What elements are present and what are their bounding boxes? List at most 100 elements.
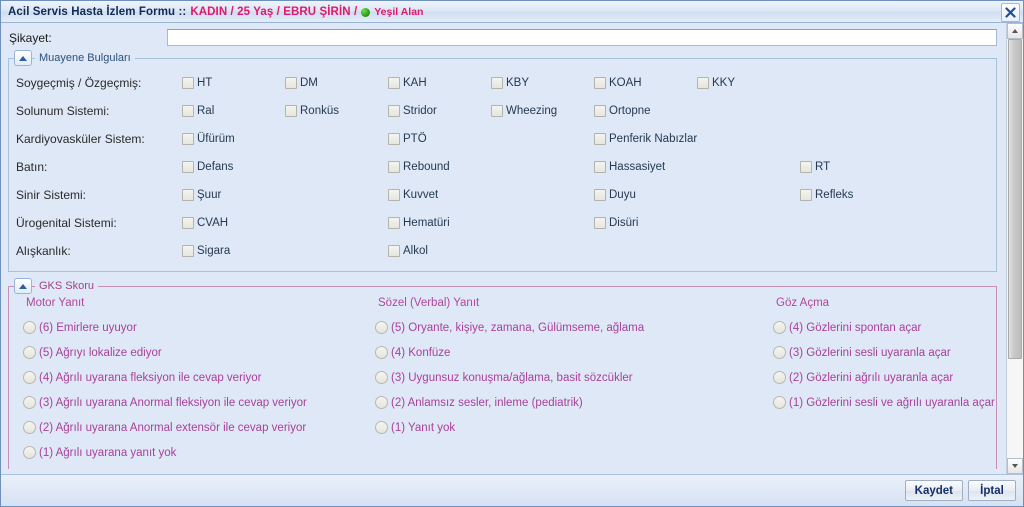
radio-button-icon: [375, 371, 388, 384]
collapse-toggle-icon[interactable]: [14, 50, 32, 66]
checkbox-icon: [182, 217, 194, 229]
checkbox-label: Şuur: [197, 189, 222, 201]
radio-option[interactable]: (4) Konfüze: [375, 340, 773, 365]
collapse-toggle-icon[interactable]: [14, 278, 32, 294]
checkbox-label: Defans: [197, 161, 234, 173]
checkbox-pt-[interactable]: PTÖ: [388, 133, 427, 145]
checkbox-icon: [491, 105, 503, 117]
checkbox-dis-ri[interactable]: Disüri: [594, 217, 638, 229]
gks-column: Sözel (Verbal) Yanıt (5) Oryante, kişiye,…: [375, 297, 773, 465]
title-bar: Acil Servis Hasta İzlem Formu :: KADIN /…: [1, 1, 1023, 23]
radio-option[interactable]: (2) Ağrılı uyarana Anormal extensör ile …: [23, 415, 375, 440]
checkbox-koah[interactable]: KOAH: [594, 77, 642, 89]
checkbox-alkol[interactable]: Alkol: [388, 245, 428, 257]
exam-row: Solunum Sistemi: Ral Ronküs Stridor Wheezing…: [9, 97, 996, 125]
gks-score-group: GKS Skoru Motor Yanıt (6) Emirlere uyuyor…: [8, 278, 997, 472]
checkbox-label: Üfürüm: [197, 133, 235, 145]
radio-option[interactable]: (2) Anlamsız sesler, inleme (pediatrik): [375, 390, 773, 415]
radio-option-label: (2) Ağrılı uyarana Anormal extensör ile …: [39, 421, 307, 434]
checkbox-hemat-ri[interactable]: Hematüri: [388, 217, 450, 229]
radio-option[interactable]: (4) Gözlerini spontan açar: [773, 315, 995, 340]
gks-group-title: GKS Skoru: [35, 280, 99, 292]
scrollbar-track[interactable]: [1007, 39, 1023, 458]
radio-option[interactable]: (3) Ağrılı uyarana Anormal fleksiyon ile…: [23, 390, 375, 415]
save-button[interactable]: Kaydet: [904, 480, 963, 501]
checkbox-icon: [182, 133, 194, 145]
checkbox-label: PTÖ: [403, 133, 427, 145]
checkbox-ht[interactable]: HT: [182, 77, 212, 89]
radio-option[interactable]: (6) Emirlere uyuyor: [23, 315, 375, 340]
exam-group-title: Muayene Bulguları: [35, 52, 135, 64]
radio-option[interactable]: (1) Gözlerini sesli ve ağrılı uyaranla a…: [773, 390, 995, 415]
checkbox-ral[interactable]: Ral: [182, 105, 214, 117]
scroll-down-button[interactable]: [1007, 458, 1023, 474]
radio-option[interactable]: (5) Oryante, kişiye, zamana, Gülümseme, …: [375, 315, 773, 340]
exam-checkbox-group: HT DM KAH KBY KOAH KKY: [182, 69, 996, 97]
checkbox-icon: [388, 133, 400, 145]
exam-row: Batın: Defans Rebound Hassasiyet RT: [9, 153, 996, 181]
radio-option[interactable]: (3) Gözlerini sesli uyaranla açar: [773, 340, 995, 365]
checkbox-icon: [182, 189, 194, 201]
gks-column-title: Göz Açma: [776, 297, 830, 309]
chevron-up-icon: [19, 55, 27, 61]
checkbox-kuvvet[interactable]: Kuvvet: [388, 189, 438, 201]
checkbox-label: Stridor: [403, 105, 437, 117]
checkbox-icon: [285, 77, 297, 89]
checkbox-icon: [594, 77, 606, 89]
checkbox-rt[interactable]: RT: [800, 161, 830, 173]
checkbox-rebound[interactable]: Rebound: [388, 161, 450, 173]
checkbox-duyu[interactable]: Duyu: [594, 189, 636, 201]
checkbox-hassasiyet[interactable]: Hassasiyet: [594, 161, 665, 173]
exam-checkbox-group: Defans Rebound Hassasiyet RT: [182, 153, 996, 181]
checkbox-label: Kuvvet: [403, 189, 439, 201]
close-icon[interactable]: [1001, 3, 1020, 22]
radio-option[interactable]: (5) Ağrıyı lokalize ediyor: [23, 340, 375, 365]
radio-button-icon: [773, 371, 786, 384]
checkbox-ortopne[interactable]: Ortopne: [594, 105, 651, 117]
radio-option-label: (4) Konfüze: [391, 346, 451, 359]
checkbox-label: Refleks: [815, 189, 854, 201]
checkbox-label: Hassasiyet: [609, 161, 666, 173]
radio-option-label: (5) Ağrıyı lokalize ediyor: [39, 346, 162, 359]
checkbox-icon: [594, 133, 606, 145]
exam-rows-container: Soygeçmiş / Özgeçmiş: HT DM KAH KBY KOAH KKY So…: [9, 69, 996, 265]
patient-summary: KADIN / 25 Yaş / EBRU ŞİRİN /: [190, 5, 358, 18]
checkbox-dm[interactable]: DM: [285, 77, 318, 89]
radio-option[interactable]: (1) Ağrılı uyarana yanıt yok: [23, 440, 375, 465]
checkbox-ronk-s[interactable]: Ronküs: [285, 105, 339, 117]
radio-option[interactable]: (1) Yanıt yok: [375, 415, 773, 440]
checkbox--f-r-m[interactable]: Üfürüm: [182, 133, 235, 145]
complaint-label: Şikayet:: [9, 30, 52, 45]
exam-group-header: Muayene Bulguları: [14, 49, 135, 67]
checkbox-sigara[interactable]: Sigara: [182, 245, 230, 257]
radio-option[interactable]: (2) Gözlerini ağrılı uyaranla açar: [773, 365, 995, 390]
radio-option-label: (2) Gözlerini ağrılı uyaranla açar: [789, 371, 954, 384]
vertical-scrollbar[interactable]: [1006, 23, 1023, 474]
gks-group-header: GKS Skoru: [14, 277, 99, 295]
checkbox-kby[interactable]: KBY: [491, 77, 529, 89]
form-body: Şikayet: Muayene Bulguları Soygeçmiş / Ö…: [1, 23, 1023, 474]
checkbox--uur[interactable]: Şuur: [182, 189, 221, 201]
scroll-up-button[interactable]: [1007, 23, 1023, 39]
checkbox-icon: [182, 77, 194, 89]
exam-findings-group: Muayene Bulguları Soygeçmiş / Özgeçmiş: H…: [8, 50, 997, 272]
checkbox-kah[interactable]: KAH: [388, 77, 427, 89]
checkbox-icon: [388, 189, 400, 201]
complaint-input[interactable]: [167, 29, 997, 46]
radio-button-icon: [23, 346, 36, 359]
checkbox-label: CVAH: [197, 217, 229, 229]
scrollbar-thumb[interactable]: [1008, 39, 1022, 360]
exam-row-label: Soygeçmiş / Özgeçmiş:: [16, 76, 142, 90]
checkbox-refleks[interactable]: Refleks: [800, 189, 853, 201]
checkbox-stridor[interactable]: Stridor: [388, 105, 437, 117]
checkbox-label: KKY: [712, 77, 736, 89]
checkbox-cvah[interactable]: CVAH: [182, 217, 228, 229]
checkbox-penferik-nab-zlar[interactable]: Penferik Nabızlar: [594, 133, 697, 145]
checkbox-wheezing[interactable]: Wheezing: [491, 105, 557, 117]
checkbox-kky[interactable]: KKY: [697, 77, 735, 89]
checkbox-label: Ral: [197, 105, 215, 117]
radio-option[interactable]: (4) Ağrılı uyarana fleksiyon ile cevap v…: [23, 365, 375, 390]
checkbox-defans[interactable]: Defans: [182, 161, 233, 173]
radio-option[interactable]: (3) Uygunsuz konuşma/ağlama, basit sözcü…: [375, 365, 773, 390]
cancel-button[interactable]: İptal: [968, 480, 1016, 501]
